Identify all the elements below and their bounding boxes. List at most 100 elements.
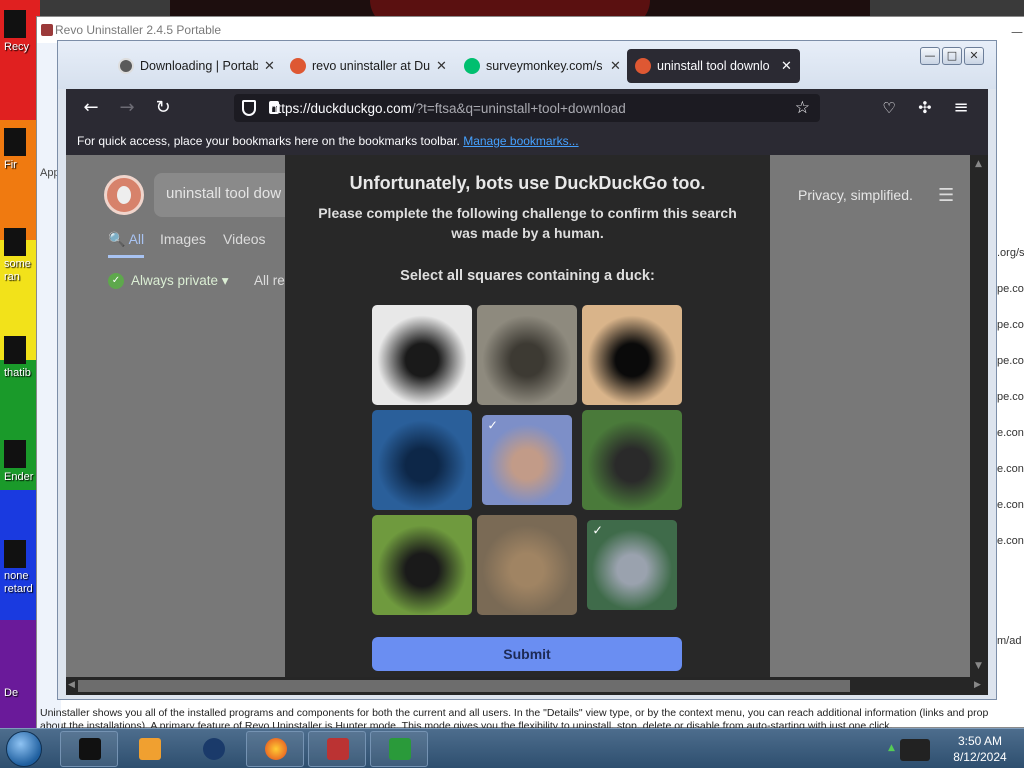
duck-swimming-tile[interactable]: ✓ <box>482 415 572 505</box>
scroll-right-icon[interactable]: ▶ <box>974 680 981 690</box>
maximize-button[interactable]: □ <box>942 47 962 65</box>
vertical-scrollbar[interactable]: ▲ ▼ <box>970 155 988 677</box>
manage-bookmarks-link[interactable]: Manage bookmarks... <box>463 134 578 148</box>
close-icon[interactable]: ✕ <box>264 58 275 74</box>
search-input[interactable]: uninstall tool dow <box>154 173 294 217</box>
hamburger-menu-icon[interactable]: ☰ <box>938 185 954 206</box>
duckduckgo-favicon-icon <box>290 58 306 74</box>
desktop-icon-ender[interactable]: Ender <box>4 440 36 483</box>
pocket-icon[interactable]: ♡ <box>876 95 902 121</box>
submit-button[interactable]: Submit <box>372 637 682 671</box>
desktop-icon-none[interactable]: none retard <box>4 540 36 596</box>
tab-images[interactable]: Images <box>160 231 206 247</box>
revo-app-icon <box>41 24 53 36</box>
desktop-icon-recycle-bin[interactable]: Recy <box>4 10 36 53</box>
tray-arrow-icon[interactable]: ▲ <box>888 743 895 753</box>
file-shortcut-icon <box>4 228 26 256</box>
menu-icon[interactable]: ≡ <box>948 95 974 121</box>
tab-videos[interactable]: Videos <box>223 231 266 247</box>
forward-button[interactable]: → <box>114 95 140 121</box>
privacy-tagline: Privacy, simplified. <box>798 187 913 203</box>
taskbar: ▲ 3:50 AM 8/12/2024 <box>0 728 1024 768</box>
monkey-grass-tile[interactable] <box>372 515 472 615</box>
challenge-image-grid: ✓ ✓ <box>372 305 684 615</box>
close-window-button[interactable]: ✕ <box>964 47 984 65</box>
duck-water-tile[interactable] <box>372 410 472 510</box>
media-player-icon <box>139 738 161 760</box>
scroll-down-icon[interactable]: ▼ <box>975 661 982 671</box>
bird-grass-tile[interactable] <box>582 410 682 510</box>
shield-icon[interactable] <box>242 100 256 116</box>
game-shortcut-icon <box>4 440 26 468</box>
start-button[interactable] <box>6 731 42 767</box>
taskbar-app-media[interactable] <box>120 731 178 767</box>
list-item: e.con <box>997 463 1024 475</box>
minimize-button[interactable]: — <box>920 47 940 65</box>
checkmark-icon: ✓ <box>592 523 603 538</box>
taskbar-app-firefox[interactable] <box>246 731 304 767</box>
list-item: pe.con <box>997 283 1024 295</box>
deer-tile[interactable] <box>477 515 577 615</box>
monitor-icon <box>79 738 101 760</box>
page-content: uninstall tool dow 🔍 All Images Videos ✓… <box>66 155 970 677</box>
list-item: e.con <box>997 499 1024 511</box>
list-item: m/ad <box>997 635 1022 647</box>
tab-surveymonkey[interactable]: surveymonkey.com/s ✕ <box>456 49 629 83</box>
horizontal-scroll-thumb[interactable] <box>78 680 850 692</box>
revo-window-title: Revo Uninstaller 2.4.5 Portable <box>55 23 222 37</box>
reload-button[interactable]: ↻ <box>150 95 176 121</box>
system-clock[interactable]: 3:50 AM 8/12/2024 <box>940 733 1020 765</box>
lock-icon[interactable] <box>269 101 279 114</box>
check-circle-icon: ✓ <box>108 273 124 289</box>
desktop-icon-some[interactable]: some ran <box>4 228 36 284</box>
monkey-face-tile[interactable] <box>582 305 682 405</box>
taskbar-app-globe[interactable] <box>184 731 242 767</box>
bookmarks-toolbar: For quick access, place your bookmarks h… <box>66 127 988 155</box>
checkmark-icon <box>389 738 411 760</box>
tab-strip: Downloading | Portab ✕ revo uninstaller … <box>58 41 996 89</box>
system-tray: ▲ <box>888 731 934 767</box>
file-shortcut-icon <box>4 540 26 568</box>
close-icon[interactable]: ✕ <box>436 58 447 74</box>
tab-revo-search[interactable]: revo uninstaller at Duc ✕ <box>282 49 455 83</box>
close-icon[interactable]: ✕ <box>781 58 792 74</box>
close-icon[interactable]: ✕ <box>610 58 621 74</box>
revo-right-column: .org/s pe.con pe.con pe.con pe.con e.con… <box>997 247 1024 671</box>
revo-uninstaller-icon <box>327 738 349 760</box>
mallard-tile[interactable]: ✓ <box>587 520 677 610</box>
url-text[interactable]: https://duckduckgo.com/?t=ftsa&q=uninsta… <box>270 101 626 116</box>
network-icon[interactable] <box>900 739 930 761</box>
extensions-icon[interactable]: ✣ <box>912 95 938 121</box>
tree-animal-tile[interactable] <box>477 305 577 405</box>
duckduckgo-logo[interactable] <box>104 175 144 215</box>
taskbar-app-explorer[interactable] <box>60 731 118 767</box>
taskbar-app-checklist[interactable] <box>370 731 428 767</box>
list-item: e.con <box>997 535 1024 547</box>
scroll-up-icon[interactable]: ▲ <box>975 159 982 169</box>
desktop-icon-de[interactable]: De <box>4 686 36 699</box>
desktop-icon-thatib[interactable]: thatib <box>4 336 36 379</box>
bot-challenge-dialog: Unfortunately, bots use DuckDuckGo too. … <box>285 155 770 677</box>
list-item: e.con <box>997 427 1024 439</box>
tab-downloading[interactable]: Downloading | Portab ✕ <box>110 49 283 83</box>
url-bar[interactable]: https://duckduckgo.com/?t=ftsa&q=uninsta… <box>234 94 820 122</box>
region-selector[interactable]: All re <box>254 273 285 288</box>
bookmark-star-icon[interactable]: ☆ <box>795 98 810 118</box>
revo-minimize-button[interactable]: — <box>1011 25 1023 39</box>
tab-uninstall-tool[interactable]: uninstall tool downlo ✕ <box>627 49 800 83</box>
taskbar-app-revo[interactable] <box>308 731 366 767</box>
firefox-shortcut-icon <box>4 128 26 156</box>
list-item: pe.con <box>997 391 1024 403</box>
horizontal-scrollbar[interactable]: ◀ ▶ <box>66 677 988 695</box>
scroll-left-icon[interactable]: ◀ <box>68 680 75 690</box>
challenge-title: Unfortunately, bots use DuckDuckGo too. <box>349 173 706 193</box>
list-item: pe.con <box>997 319 1024 331</box>
desktop-icon-firefox[interactable]: Fir <box>4 128 36 171</box>
firefox-window: Downloading | Portab ✕ revo uninstaller … <box>57 40 997 700</box>
tab-all[interactable]: 🔍 All <box>108 231 145 258</box>
always-private-toggle[interactable]: ✓ Always private ▾ <box>108 273 229 289</box>
list-item: .org/s <box>997 247 1024 259</box>
recycle-bin-icon <box>4 10 26 38</box>
penguin-tile[interactable] <box>372 305 472 405</box>
back-button[interactable]: ← <box>78 95 104 121</box>
